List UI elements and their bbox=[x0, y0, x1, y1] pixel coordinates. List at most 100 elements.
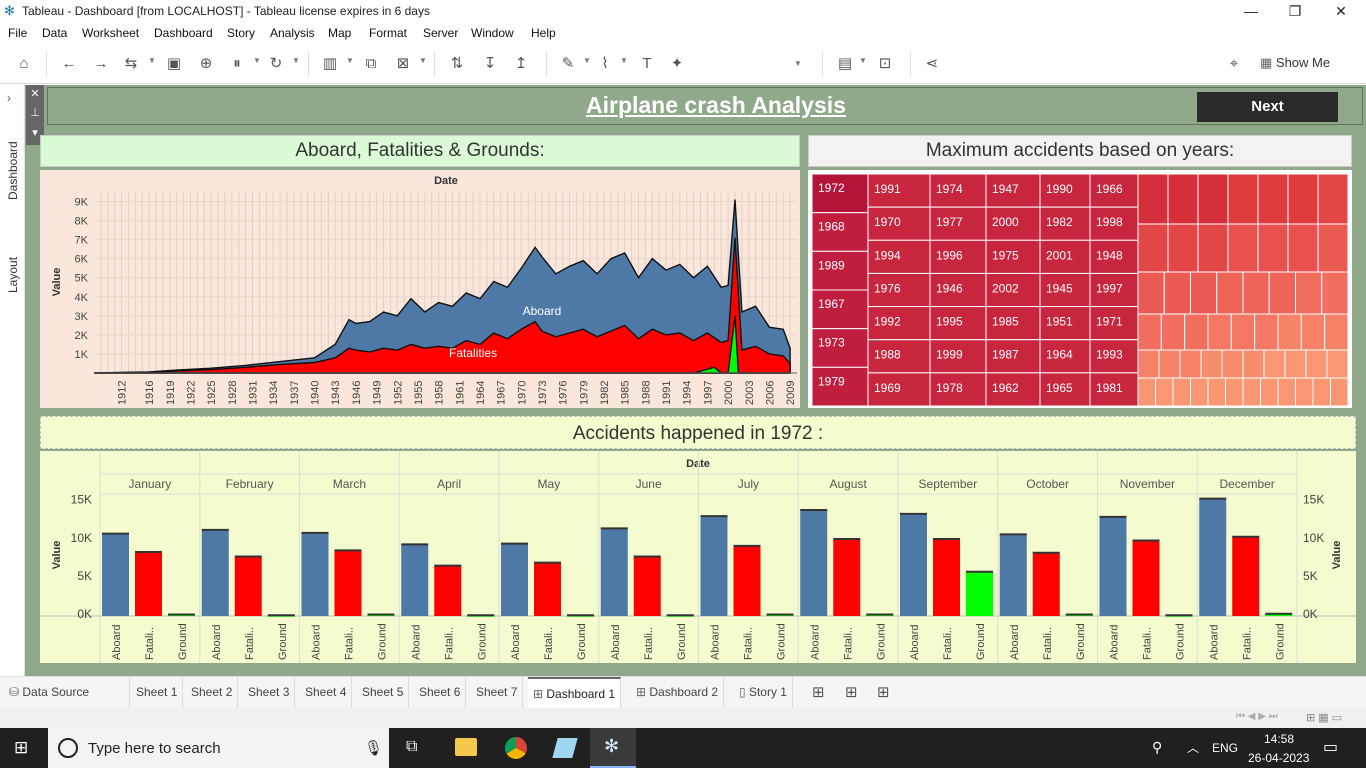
menu-help[interactable]: Help bbox=[531, 26, 556, 40]
tab-sheet-1[interactable]: Sheet 1 bbox=[131, 677, 184, 708]
new-worksheet-icon[interactable]: ▥ bbox=[319, 54, 341, 74]
refresh-icon[interactable]: ↻ bbox=[265, 54, 287, 74]
menu-server[interactable]: Server bbox=[423, 26, 458, 40]
swap-rows-columns-icon[interactable]: ⇅ bbox=[446, 54, 468, 74]
duplicate-sheet-icon[interactable]: ⧉ bbox=[360, 54, 382, 74]
x-tick-label: 1922 bbox=[185, 381, 197, 405]
fix-axes-icon[interactable]: ✦ bbox=[666, 54, 688, 74]
people-icon[interactable]: ⚲ bbox=[1152, 739, 1162, 756]
show-cards-icon[interactable]: ▤ bbox=[834, 54, 856, 74]
chevron-up-icon[interactable]: ︿ bbox=[1187, 739, 1199, 756]
tab-sheet-3[interactable]: Sheet 3 bbox=[243, 677, 296, 708]
pin-icon[interactable]: ⊥ bbox=[26, 103, 44, 123]
treemap-year-label: 1985 bbox=[992, 315, 1019, 329]
chevron-down-icon[interactable]: ▼ bbox=[419, 56, 427, 65]
microphone-icon[interactable]: 🎙 bbox=[364, 739, 383, 757]
next-button[interactable]: Next bbox=[1197, 92, 1338, 122]
new-worksheet-icon[interactable]: ⊞ bbox=[812, 683, 825, 701]
new-datasource-icon[interactable]: ⊕ bbox=[195, 54, 217, 74]
remove-icon[interactable]: ✕ bbox=[26, 85, 44, 103]
tab-sheet-6[interactable]: Sheet 6 bbox=[414, 677, 467, 708]
chevron-down-icon[interactable]: ▼ bbox=[620, 56, 628, 65]
treemap-chart[interactable]: 1972 1968 1989 1967 1973 1979 1991 1970 1994 1976… bbox=[808, 170, 1352, 408]
area-chart-panel[interactable]: Date Value 1K 2K 3K 4K 5K 6K 7K 8K 9K Aboard Fatalit… bbox=[40, 170, 800, 408]
minimize-button[interactable]: — bbox=[1228, 0, 1274, 23]
chevron-down-icon[interactable]: ▼ bbox=[253, 56, 261, 65]
treemap-cell bbox=[1207, 313, 1232, 351]
toolbar-separator bbox=[910, 52, 911, 76]
close-button[interactable]: ✕ bbox=[1318, 0, 1364, 23]
replay-icon[interactable]: ⇆ bbox=[120, 54, 142, 74]
treemap-cell bbox=[1137, 313, 1162, 351]
clock-time[interactable]: 14:58 bbox=[1264, 732, 1294, 746]
chevron-down-icon[interactable]: ▼ bbox=[794, 59, 802, 68]
presentation-mode-icon[interactable]: ⊡ bbox=[874, 54, 896, 74]
group-members-icon[interactable]: ⌇ bbox=[594, 54, 616, 74]
area-chart[interactable]: Date Value 1K 2K 3K 4K 5K 6K 7K 8K 9K Aboard Fatalit… bbox=[40, 170, 800, 408]
treemap-panel[interactable]: 1972 1968 1989 1967 1973 1979 1991 1970 1994 1976… bbox=[808, 170, 1352, 408]
bar-chart-panel[interactable]: DateValueValue0K0K5K5K10K10K15K15KJanuar… bbox=[40, 451, 1356, 663]
chevron-down-icon[interactable]: ▼ bbox=[583, 56, 591, 65]
tab-story-1[interactable]: ▯ Story 1 bbox=[734, 677, 793, 708]
tab-dashboard-1[interactable]: ⊞ Dashboard 1 bbox=[528, 677, 622, 708]
expand-chevron-icon[interactable]: › bbox=[7, 91, 11, 105]
sort-descending-icon[interactable]: ↥ bbox=[510, 54, 532, 74]
title-bar: ✻ Tableau - Dashboard [from LOCALHOST] -… bbox=[0, 0, 1366, 23]
x-tick-label: 1928 bbox=[227, 381, 239, 405]
treemap-cell bbox=[1225, 377, 1244, 407]
new-dashboard-icon[interactable]: ⊞ bbox=[845, 683, 858, 701]
chrome-icon[interactable] bbox=[505, 737, 527, 759]
windows-start-icon[interactable]: ⊞ bbox=[14, 738, 28, 758]
treemap-year-label: 1967 bbox=[818, 297, 845, 311]
sheet-nav-icons[interactable]: ⏮ ◀ ▶ ⏭ bbox=[1236, 711, 1278, 722]
menu-analysis[interactable]: Analysis bbox=[270, 26, 315, 40]
pin-icon[interactable]: ⌖ bbox=[1223, 54, 1245, 74]
menu-story[interactable]: Story bbox=[227, 26, 255, 40]
tab-dashboard[interactable]: Dashboard bbox=[6, 141, 20, 200]
monthly-bar-chart[interactable]: DateValueValue0K0K5K5K10K10K15K15KJanuar… bbox=[40, 451, 1356, 663]
sort-ascending-icon[interactable]: ↧ bbox=[479, 54, 501, 74]
treemap-year-label: 1977 bbox=[936, 215, 963, 229]
redo-icon[interactable]: → bbox=[90, 54, 112, 74]
task-view-icon[interactable]: ⧉ bbox=[406, 738, 417, 756]
menu-map[interactable]: Map bbox=[328, 26, 351, 40]
menu-window[interactable]: Window bbox=[471, 26, 514, 40]
new-story-icon[interactable]: ⊞ bbox=[877, 683, 890, 701]
menu-file[interactable]: File bbox=[8, 26, 27, 40]
menu-data[interactable]: Data bbox=[42, 26, 67, 40]
clock-date[interactable]: 26-04-2023 bbox=[1248, 751, 1309, 765]
show-mark-labels-icon[interactable]: T bbox=[636, 54, 658, 74]
home-icon[interactable]: ⌂ bbox=[13, 54, 35, 74]
chevron-down-icon[interactable]: ▼ bbox=[292, 56, 300, 65]
file-explorer-icon[interactable] bbox=[455, 738, 477, 756]
treemap-cell bbox=[1137, 377, 1156, 407]
highlight-icon[interactable]: ✎ bbox=[557, 54, 579, 74]
menu-format[interactable]: Format bbox=[369, 26, 407, 40]
menu-worksheet[interactable]: Worksheet bbox=[82, 26, 139, 40]
chevron-down-icon[interactable]: ▼ bbox=[148, 56, 156, 65]
menu-dashboard[interactable]: Dashboard bbox=[154, 26, 213, 40]
tab-sheet-5[interactable]: Sheet 5 bbox=[357, 677, 410, 708]
clear-sheet-icon[interactable]: ⊠ bbox=[392, 54, 414, 74]
save-icon[interactable]: ▣ bbox=[163, 54, 185, 74]
tab-data-source[interactable]: ⛁ Data Source bbox=[4, 677, 130, 708]
treemap-year-label: 1988 bbox=[874, 348, 901, 362]
chevron-down-icon[interactable]: ▼ bbox=[859, 56, 867, 65]
restore-button[interactable]: ❐ bbox=[1272, 0, 1318, 23]
tab-sheet-7[interactable]: Sheet 7 bbox=[471, 677, 524, 708]
tab-sheet-2[interactable]: Sheet 2 bbox=[186, 677, 239, 708]
treemap-year-label: 1970 bbox=[874, 215, 901, 229]
language-indicator[interactable]: ENG bbox=[1212, 741, 1238, 755]
show-me-button[interactable]: ▦ Show Me bbox=[1260, 55, 1330, 71]
tab-layout[interactable]: Layout bbox=[6, 257, 20, 293]
share-icon[interactable]: ⋖ bbox=[921, 54, 943, 74]
undo-icon[interactable]: ← bbox=[58, 54, 80, 74]
treemap-year-label: 1991 bbox=[874, 182, 901, 196]
taskbar-search[interactable]: Type here to search 🎙 bbox=[48, 728, 389, 768]
notification-icon[interactable]: ▭ bbox=[1323, 737, 1338, 757]
view-toggle-icons[interactable]: ⊞ ▦ ▭ bbox=[1306, 711, 1342, 724]
chevron-down-icon[interactable]: ▼ bbox=[346, 56, 354, 65]
pause-updates-icon[interactable]: ⏸ bbox=[226, 54, 248, 74]
tab-dashboard-2[interactable]: ⊞ Dashboard 2 bbox=[631, 677, 725, 708]
tab-sheet-4[interactable]: Sheet 4 bbox=[300, 677, 353, 708]
